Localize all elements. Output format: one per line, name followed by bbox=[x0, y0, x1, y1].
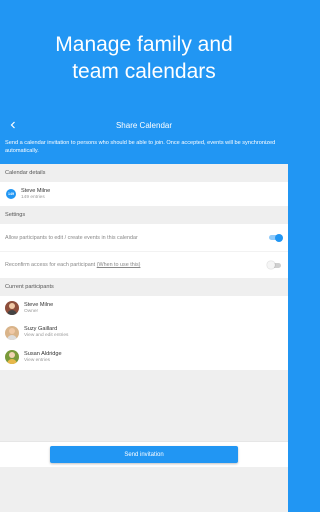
info-text: Send a calendar invitation to persons wh… bbox=[0, 136, 288, 164]
participant-role: Owner bbox=[24, 308, 39, 314]
chevron-left-icon[interactable] bbox=[6, 118, 20, 132]
participant-role: View entries bbox=[24, 357, 51, 363]
calendar-badge: 149 bbox=[6, 189, 16, 199]
allow-edit-toggle[interactable] bbox=[269, 233, 283, 242]
avatar bbox=[5, 301, 19, 316]
section-header-participants: Current participants bbox=[0, 278, 288, 296]
calendar-details-panel: 149 Steve Milne 149 entries bbox=[0, 182, 288, 206]
participant-row[interactable]: Steve Milne Owner bbox=[0, 296, 288, 321]
setting-allow-edit[interactable]: Allow participants to edit / create even… bbox=[0, 224, 288, 251]
avatar bbox=[5, 350, 19, 365]
promo-banner: Manage family and team calendars bbox=[0, 0, 288, 114]
participant-row[interactable]: Susan Aldridge View entries bbox=[0, 345, 288, 370]
setting-reconfirm-label-wrap: Reconfirm access for each participant (W… bbox=[5, 262, 140, 268]
promo-headline-line2: team calendars bbox=[72, 60, 216, 83]
section-header-calendar-details: Calendar details bbox=[0, 164, 288, 182]
settings-panel: Allow participants to edit / create even… bbox=[0, 224, 288, 278]
toggle-knob bbox=[275, 233, 283, 242]
calendar-row[interactable]: 149 Steve Milne 149 entries bbox=[0, 182, 288, 206]
page-title: Share Calendar bbox=[115, 120, 173, 130]
participants-list: Steve Milne Owner Suzy Gaillard View and… bbox=[0, 296, 288, 370]
bottom-action-bar: Send invitation bbox=[0, 441, 288, 467]
setting-reconfirm[interactable]: Reconfirm access for each participant (W… bbox=[0, 251, 288, 278]
setting-reconfirm-label: Reconfirm access for each participant bbox=[5, 262, 96, 268]
section-header-settings: Settings bbox=[0, 206, 288, 224]
participant-name: Steve Milne bbox=[24, 301, 54, 308]
participant-row[interactable]: Suzy Gaillard View and edit entries bbox=[0, 321, 288, 346]
setting-allow-edit-label: Allow participants to edit / create even… bbox=[5, 234, 138, 241]
reconfirm-toggle[interactable] bbox=[267, 261, 281, 269]
promo-headline-line1: Manage family and bbox=[55, 33, 233, 56]
app-screen: Share Calendar Send a calendar invitatio… bbox=[0, 114, 288, 512]
toggle-knob bbox=[267, 261, 275, 269]
avatar bbox=[5, 325, 19, 340]
calendar-entries-count: 149 entries bbox=[21, 194, 45, 200]
participant-name: Susan Aldridge bbox=[24, 350, 62, 357]
when-to-use-link[interactable]: (When to use this) bbox=[97, 262, 141, 268]
app-bar: Share Calendar bbox=[0, 114, 288, 136]
participant-role: View and edit entries bbox=[24, 333, 69, 339]
calendar-name: Steve Milne bbox=[21, 187, 51, 194]
send-invitation-button[interactable]: Send invitation bbox=[50, 446, 238, 463]
